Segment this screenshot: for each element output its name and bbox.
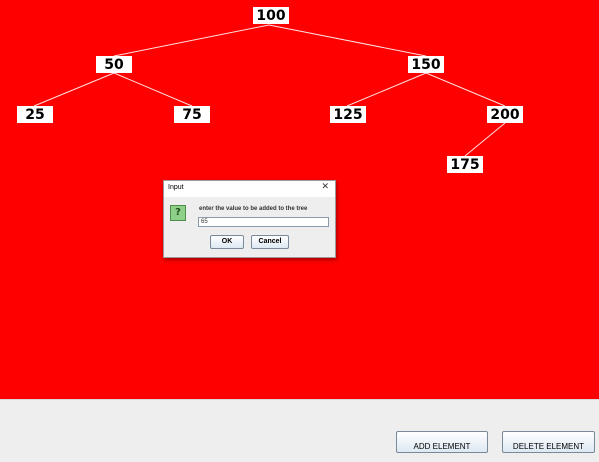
delete-element-button[interactable]: DELETE ELEMENT <box>502 431 595 453</box>
edge-100-150 <box>268 24 427 57</box>
tree-node: 125 <box>330 106 366 123</box>
input-dialog: Input ✕ ? enter the value to be added to… <box>163 180 336 258</box>
edge-50-75 <box>113 72 193 107</box>
value-input[interactable]: 65 <box>198 217 329 227</box>
tree-node: 50 <box>96 56 132 73</box>
tree-node: 25 <box>17 106 53 123</box>
tree-node: 75 <box>174 106 210 123</box>
cancel-button[interactable]: Cancel <box>251 235 289 249</box>
edge-150-125 <box>346 72 427 107</box>
edge-100-50 <box>113 24 270 57</box>
close-icon[interactable]: ✕ <box>321 182 329 192</box>
question-icon: ? <box>170 205 186 221</box>
edge-150-200 <box>425 72 506 107</box>
edge-200-175 <box>464 122 506 157</box>
bottom-panel: ADD ELEMENT DELETE ELEMENT <box>0 399 599 453</box>
dialog-message: enter the value to be added to the tree <box>199 206 308 212</box>
tree-node: 150 <box>408 56 444 73</box>
edge-50-25 <box>33 72 115 107</box>
tree-node: 100 <box>253 7 289 24</box>
tree-node: 175 <box>447 156 483 173</box>
add-element-button[interactable]: ADD ELEMENT <box>396 431 488 453</box>
tree-node: 200 <box>487 106 523 123</box>
dialog-title: Input <box>168 184 184 191</box>
ok-button[interactable]: OK <box>210 235 244 249</box>
dialog-body: ? enter the value to be added to the tre… <box>164 197 335 257</box>
